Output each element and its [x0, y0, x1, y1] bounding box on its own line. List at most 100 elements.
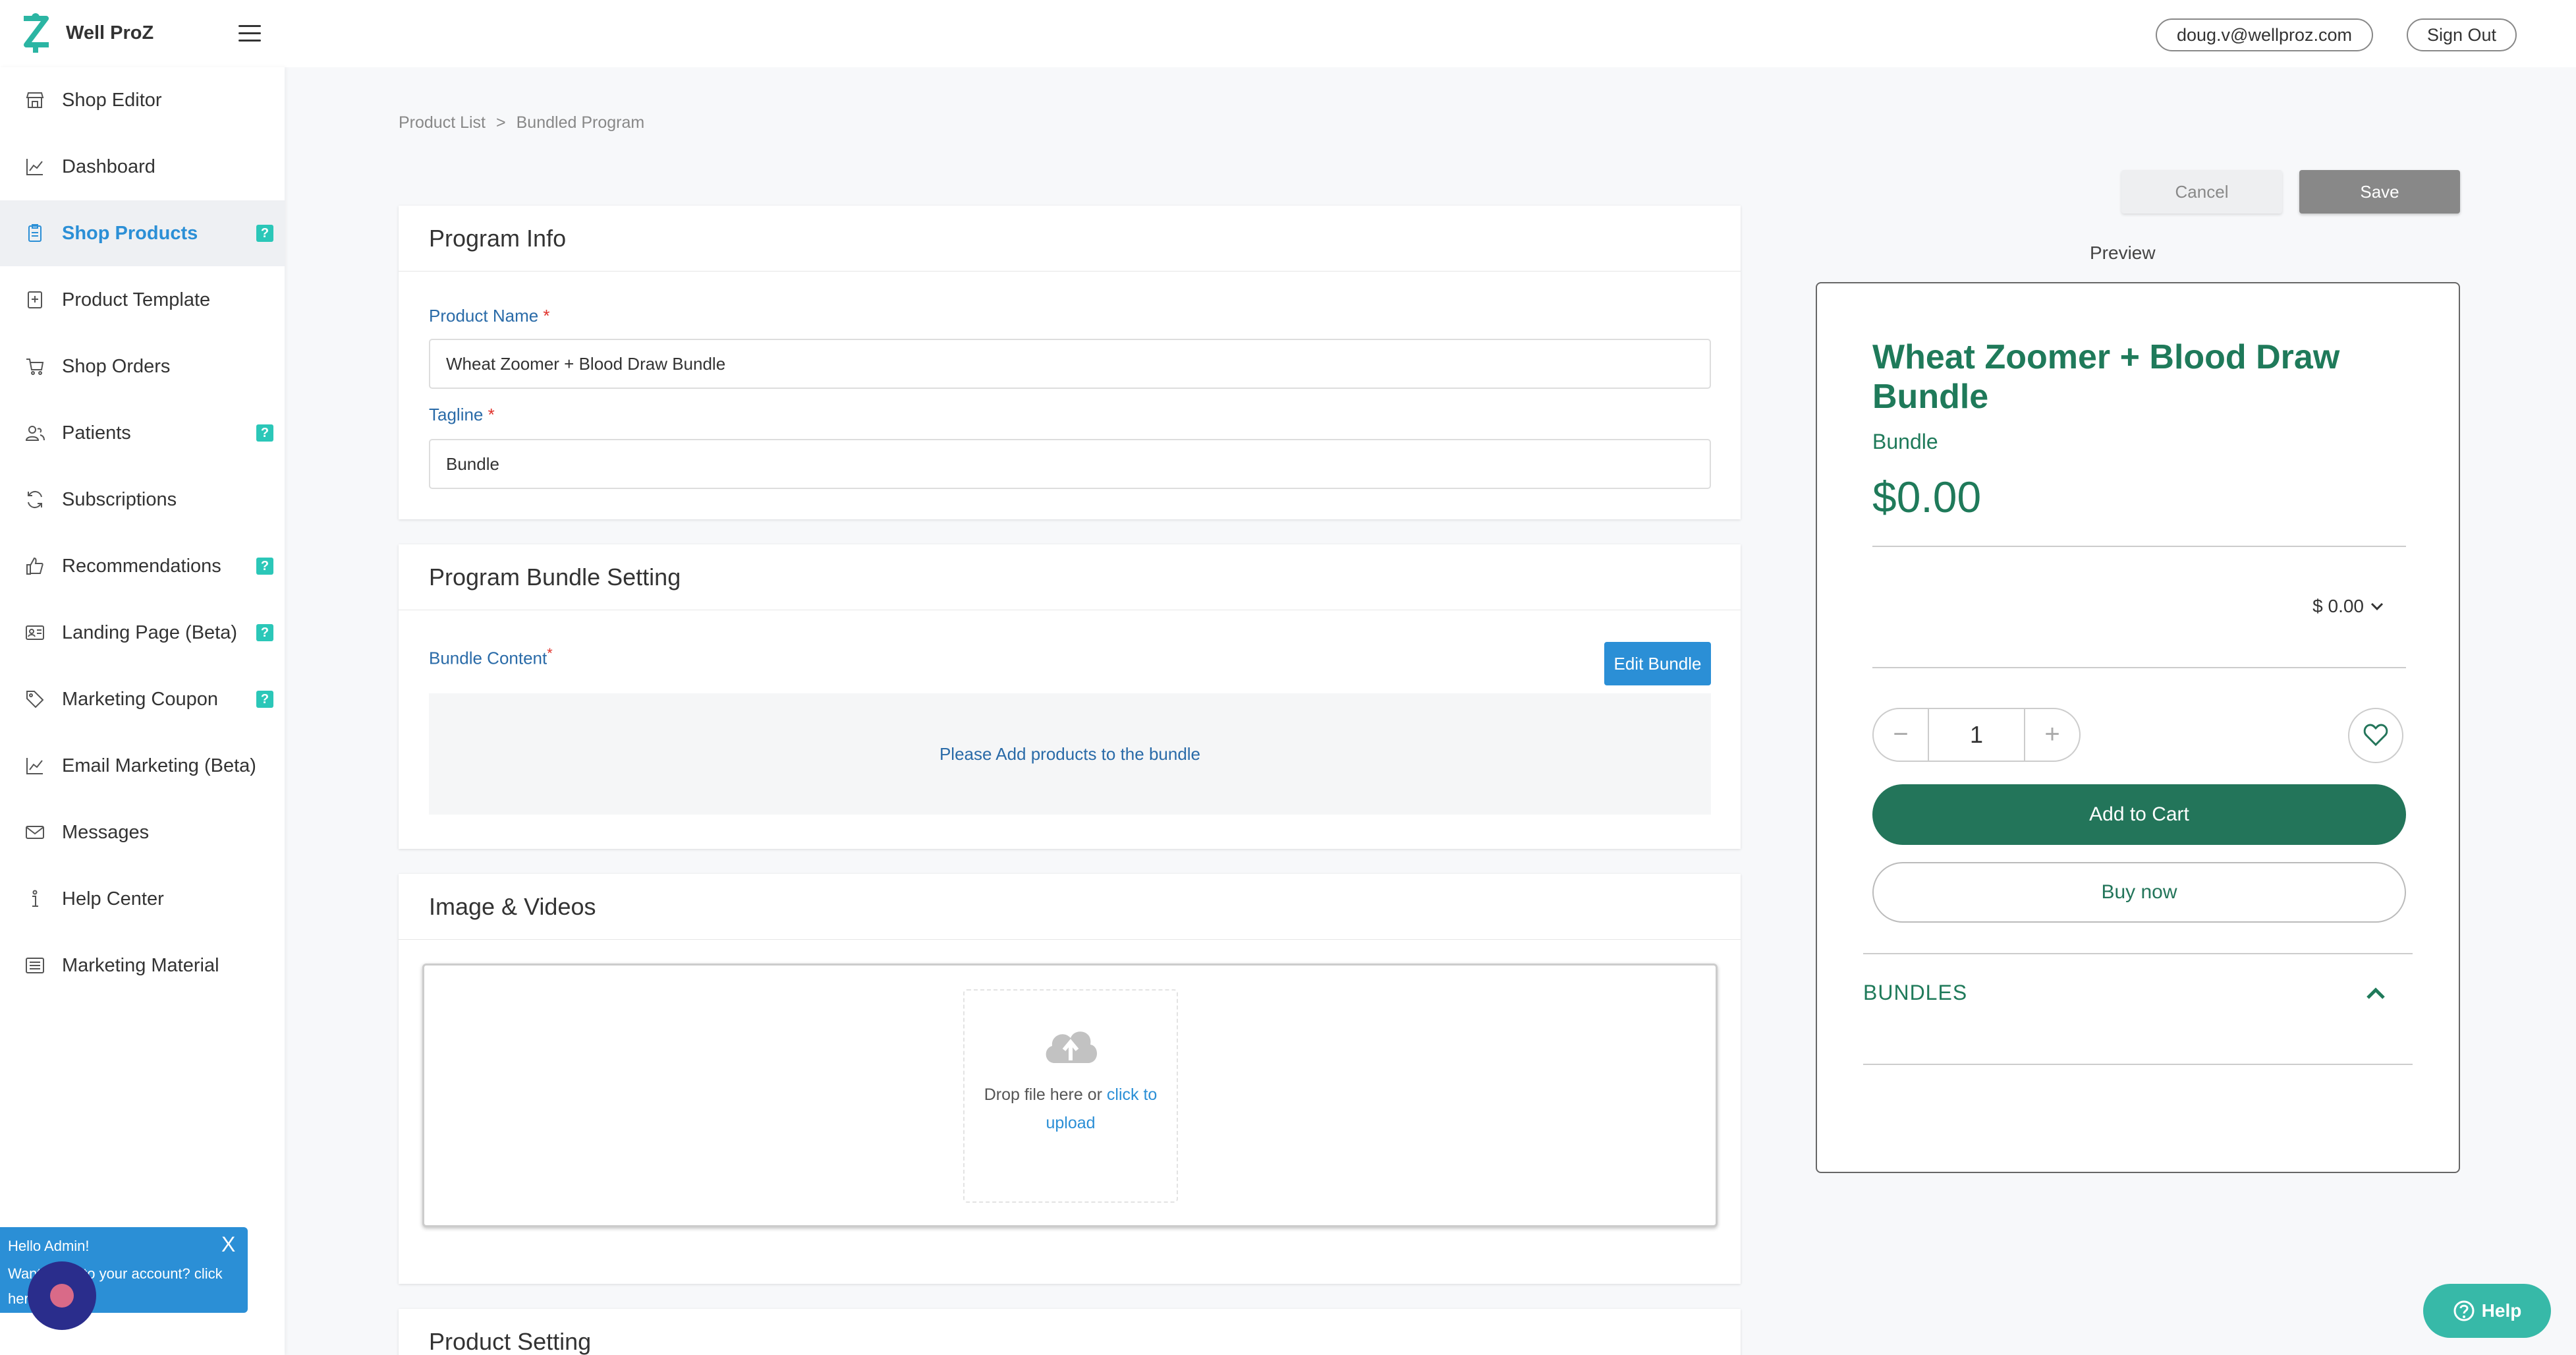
help-badge-icon[interactable]: ?: [256, 624, 273, 641]
preview-card: Wheat Zoomer + Blood Draw Bundle Bundle …: [1816, 282, 2460, 1173]
sidebar-item-dashboard[interactable]: Dashboard: [0, 134, 285, 200]
tag-icon: [24, 688, 46, 710]
cart-icon: [24, 355, 46, 378]
sidebar-item-label: Shop Orders: [62, 355, 171, 377]
sidebar-item-shop-products[interactable]: Shop Products ?: [0, 200, 285, 266]
sidebar-item-shop-orders[interactable]: Shop Orders: [0, 333, 285, 399]
edit-bundle-button[interactable]: Edit Bundle: [1604, 642, 1711, 685]
user-email-button[interactable]: doug.v@wellproz.com: [2156, 18, 2373, 51]
media-card: Image & Videos Drop file here or click t…: [399, 874, 1741, 1284]
sign-out-button[interactable]: Sign Out: [2407, 18, 2517, 51]
info-icon: [24, 888, 46, 910]
wishlist-heart-icon[interactable]: [2348, 708, 2403, 763]
cancel-button[interactable]: Cancel: [2121, 170, 2282, 214]
chevron-up-icon: [2366, 987, 2385, 999]
top-bar: Well ProZ doug.v@wellproz.com Sign Out: [0, 0, 2576, 67]
help-button[interactable]: Help: [2423, 1284, 2551, 1338]
sidebar-item-label: Email Marketing (Beta): [62, 755, 256, 776]
app-name: Well ProZ: [66, 22, 154, 43]
sidebar-item-label: Patients: [62, 422, 131, 444]
chat-greeting: Hello Admin!: [8, 1238, 90, 1254]
breadcrumb-separator: >: [496, 113, 506, 132]
sidebar-item-label: Shop Editor: [62, 89, 162, 111]
sidebar-item-label: Shop Products: [62, 222, 198, 244]
preview-title: Wheat Zoomer + Blood Draw Bundle: [1872, 338, 2340, 416]
upload-text: Drop file here or click to upload: [984, 1085, 1158, 1132]
menu-toggle-icon[interactable]: [238, 25, 261, 42]
chevron-down-icon: [2370, 602, 2384, 611]
tagline-input[interactable]: Bundle: [429, 439, 1711, 489]
divider: [1872, 667, 2406, 668]
shop-icon: [24, 89, 46, 111]
preview-price: $0.00: [1872, 473, 1982, 521]
breadcrumb-product-list[interactable]: Product List: [399, 113, 486, 132]
sidebar-item-shop-editor[interactable]: Shop Editor: [0, 67, 285, 133]
help-button-label: Help: [2481, 1300, 2522, 1321]
sidebar-item-label: Landing Page (Beta): [62, 621, 238, 643]
increment-button[interactable]: +: [2025, 709, 2079, 761]
decrement-button[interactable]: −: [1874, 709, 1928, 761]
sidebar-item-help-center[interactable]: Help Center: [0, 866, 285, 932]
id-card-icon: [24, 621, 46, 644]
sidebar-item-label: Product Template: [62, 289, 211, 310]
variant-select[interactable]: $ 0.00: [1872, 573, 2406, 642]
tagline-label: Tagline *: [429, 405, 495, 424]
bundles-accordion[interactable]: BUNDLES: [1863, 953, 2413, 1065]
help-badge-icon[interactable]: ?: [256, 225, 273, 242]
sidebar-item-email-marketing[interactable]: Email Marketing (Beta): [0, 733, 285, 799]
help-badge-icon[interactable]: ?: [256, 424, 273, 442]
preview-label: Preview: [2090, 243, 2156, 263]
sidebar-item-label: Marketing Coupon: [62, 688, 218, 710]
cloud-upload-icon: [1046, 1031, 1098, 1063]
sidebar-item-landing-page[interactable]: Landing Page (Beta) ?: [0, 600, 285, 666]
bundle-setting-card: Program Bundle Setting Bundle Content* E…: [399, 544, 1741, 849]
sidebar-item-label: Subscriptions: [62, 488, 177, 510]
sidebar-item-marketing-coupon[interactable]: Marketing Coupon ?: [0, 666, 285, 732]
variant-select-value: $ 0.00: [2312, 596, 2364, 616]
chat-avatar-icon[interactable]: [28, 1261, 96, 1330]
program-info-card: Program Info Product Name * Wheat Zoomer…: [399, 206, 1741, 519]
sidebar-item-product-template[interactable]: Product Template: [0, 267, 285, 333]
list-icon: [24, 954, 46, 977]
media-dropzone[interactable]: Drop file here or click to upload: [422, 964, 1718, 1227]
sidebar-item-marketing-material[interactable]: Marketing Material: [0, 933, 285, 998]
product-name-input[interactable]: Wheat Zoomer + Blood Draw Bundle: [429, 339, 1711, 389]
sidebar: Shop Editor Dashboard Shop Products ? Pr…: [0, 67, 285, 1355]
add-to-cart-button[interactable]: Add to Cart: [1872, 784, 2406, 845]
template-icon: [24, 289, 46, 311]
thumbs-up-icon: [24, 555, 46, 577]
sidebar-item-patients[interactable]: Patients ?: [0, 400, 285, 466]
quantity-value[interactable]: 1: [1928, 709, 2025, 761]
logo-icon: [24, 13, 49, 53]
card-title: Image & Videos: [399, 874, 1741, 940]
preview-tagline: Bundle: [1872, 430, 1938, 453]
chart-line-icon: [24, 755, 46, 777]
quantity-stepper: − 1 +: [1872, 708, 2081, 762]
clipboard-icon: [24, 222, 46, 245]
sidebar-item-messages[interactable]: Messages: [0, 799, 285, 865]
users-icon: [24, 422, 46, 444]
bundles-label: BUNDLES: [1863, 981, 1968, 1004]
divider: [1872, 546, 2406, 547]
sidebar-item-subscriptions[interactable]: Subscriptions: [0, 467, 285, 533]
sidebar-item-label: Recommendations: [62, 555, 221, 577]
question-circle-icon: [2453, 1300, 2475, 1321]
sidebar-item-recommendations[interactable]: Recommendations ?: [0, 533, 285, 599]
card-title: Program Bundle Setting: [399, 544, 1741, 610]
bundle-empty-state: Please Add products to the bundle: [429, 693, 1711, 815]
chart-line-icon: [24, 156, 46, 178]
product-name-label: Product Name *: [429, 306, 550, 326]
brand[interactable]: Well ProZ: [20, 12, 154, 54]
refresh-icon: [24, 488, 46, 511]
upload-box[interactable]: Drop file here or click to upload: [963, 989, 1178, 1203]
chat-close-button[interactable]: X: [221, 1232, 235, 1257]
product-setting-card: Product Setting: [399, 1309, 1741, 1355]
sidebar-item-label: Marketing Material: [62, 954, 219, 976]
breadcrumb: Product List > Bundled Program: [399, 113, 644, 132]
card-title: Program Info: [399, 206, 1741, 272]
save-button[interactable]: Save: [2299, 170, 2460, 214]
help-badge-icon[interactable]: ?: [256, 558, 273, 575]
buy-now-button[interactable]: Buy now: [1872, 862, 2406, 923]
sidebar-item-label: Dashboard: [62, 156, 155, 177]
help-badge-icon[interactable]: ?: [256, 691, 273, 708]
